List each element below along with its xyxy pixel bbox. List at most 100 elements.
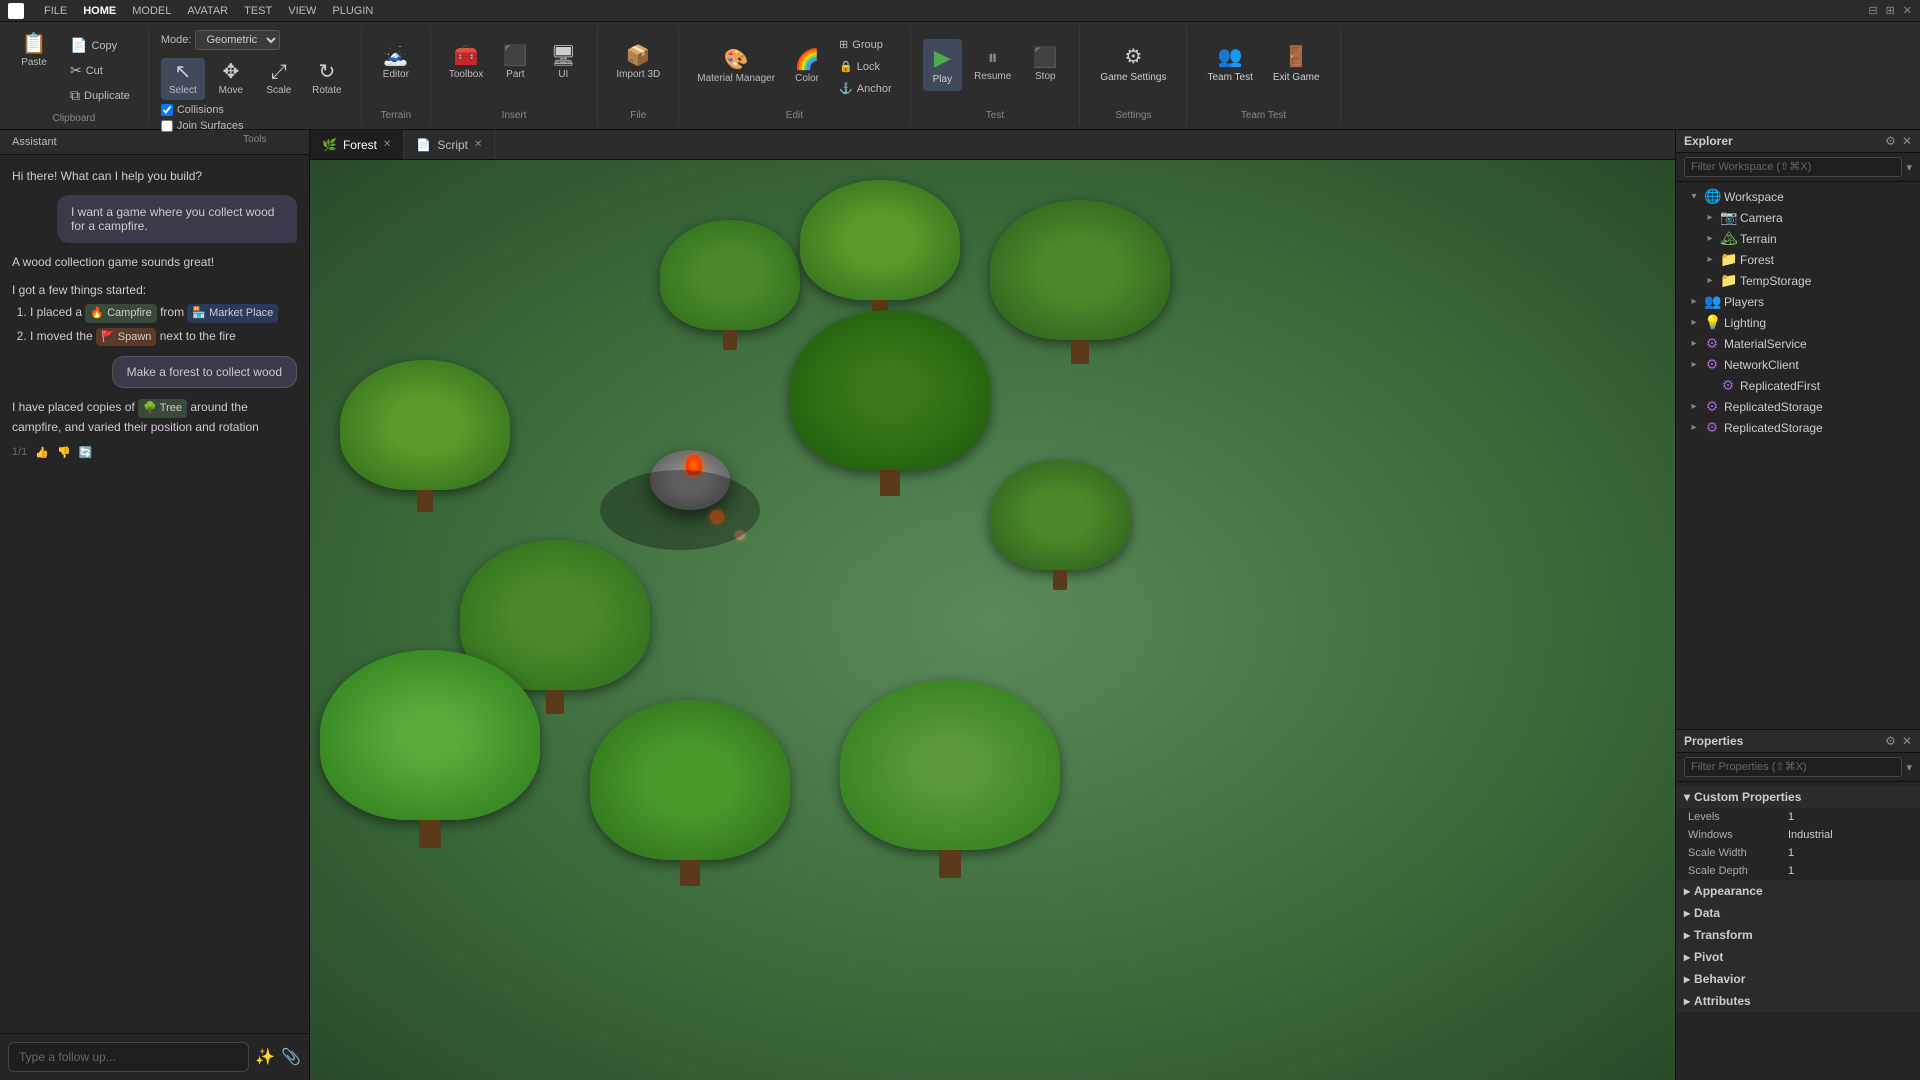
resume-button[interactable]: ⏸ Resume <box>968 44 1017 86</box>
mode-select[interactable]: Geometric Physical <box>195 30 280 50</box>
prop-windows: Windows Industrial <box>1676 826 1920 844</box>
viewport: 🌿 Forest ✕ 📄 Script ✕ <box>310 130 1675 1080</box>
properties-settings-icon[interactable]: ⚙ <box>1885 734 1896 748</box>
script-tab-close[interactable]: ✕ <box>474 139 482 150</box>
prop-levels-value[interactable]: 1 <box>1788 811 1908 823</box>
explorer-filter-input[interactable] <box>1684 157 1902 177</box>
transform-label: Transform <box>1694 928 1753 942</box>
team-test-button[interactable]: 👥 Team Test <box>1199 40 1260 87</box>
scene-canvas[interactable] <box>310 160 1675 1080</box>
explorer-header: Explorer ⚙ ✕ <box>1676 130 1920 153</box>
menu-view[interactable]: VIEW <box>288 5 316 17</box>
cut-button[interactable]: ✂ Cut <box>64 59 136 82</box>
explorer-item-forest[interactable]: ▸ 📁 Forest <box>1676 249 1920 270</box>
material-manager-button[interactable]: 🎨 Material Manager <box>691 35 781 98</box>
toolbox-button[interactable]: 🧰 Toolbox <box>443 42 489 84</box>
prop-windows-value[interactable]: Industrial <box>1788 829 1908 841</box>
explorer-item-tempstorage[interactable]: ▸ 📁 TempStorage <box>1676 270 1920 291</box>
behavior-header[interactable]: ▸ Behavior <box>1676 968 1920 990</box>
properties-filter-chevron[interactable]: ▾ <box>1906 761 1912 774</box>
terrain-editor-label: Editor <box>383 69 409 80</box>
menu-home[interactable]: HOME <box>83 5 116 17</box>
exit-game-button[interactable]: 🚪 Exit Game <box>1265 40 1328 87</box>
window-minimize[interactable]: ⊟ <box>1868 4 1877 17</box>
refresh-button[interactable]: 🔄 <box>79 446 93 459</box>
tree-3-top <box>990 200 1170 340</box>
move-button[interactable]: ✥ Move <box>209 58 253 100</box>
play-button[interactable]: ▶ Play <box>923 39 962 91</box>
game-settings-button[interactable]: ⚙ Game Settings <box>1092 40 1174 87</box>
explorer-item-networkclient[interactable]: ▸ ⚙ NetworkClient <box>1676 354 1920 375</box>
properties-title: Properties <box>1684 734 1743 748</box>
forest-tab-close[interactable]: ✕ <box>383 139 391 150</box>
explorer-item-replicatedstorage2[interactable]: ▸ ⚙ ReplicatedStorage <box>1676 417 1920 438</box>
menu-model[interactable]: MODEL <box>132 5 171 17</box>
menu-plugin[interactable]: PLUGIN <box>332 5 373 17</box>
data-chevron: ▸ <box>1684 906 1690 920</box>
tree-1 <box>660 220 800 350</box>
scale-button[interactable]: ⤢ Scale <box>257 58 301 100</box>
ui-button[interactable]: 🖥 UI <box>541 42 585 84</box>
window-maximize[interactable]: ⊞ <box>1886 4 1895 17</box>
part-button[interactable]: ⬛ Part <box>493 42 537 84</box>
explorer-item-workspace[interactable]: ▾ 🌐 Workspace <box>1676 186 1920 207</box>
explorer-item-players[interactable]: ▸ 👥 Players <box>1676 291 1920 312</box>
thumbs-up-button[interactable]: 👍 <box>35 446 49 459</box>
assistant-input-row: ✨ 📎 <box>0 1033 309 1080</box>
collisions-checkbox[interactable] <box>161 104 173 116</box>
tree-9 <box>840 680 1060 878</box>
custom-properties-header[interactable]: ▾ Custom Properties <box>1676 786 1920 808</box>
stop-button[interactable]: ⬛ Stop <box>1023 44 1067 86</box>
properties-panel: Properties ⚙ ✕ ▾ ▾ Custom Properties <box>1676 730 1920 1080</box>
tab-script[interactable]: 📄 Script ✕ <box>404 130 495 159</box>
import3d-button[interactable]: 📦 Import 3D <box>610 42 666 84</box>
assistant-input[interactable] <box>8 1042 249 1072</box>
toolbar-test-group: ▶ Play ⏸ Resume ⬛ Stop Test <box>911 26 1081 125</box>
data-header[interactable]: ▸ Data <box>1676 902 1920 924</box>
script-tab-icon: 📄 <box>416 138 431 152</box>
pivot-header[interactable]: ▸ Pivot <box>1676 946 1920 968</box>
explorer-filter-chevron[interactable]: ▾ <box>1906 161 1912 174</box>
explorer-settings-icon[interactable]: ⚙ <box>1885 134 1896 148</box>
explorer-close-icon[interactable]: ✕ <box>1902 134 1912 148</box>
explorer-item-camera[interactable]: ▸ 📷 Camera <box>1676 207 1920 228</box>
attributes-header[interactable]: ▸ Attributes <box>1676 990 1920 1012</box>
menu-test[interactable]: TEST <box>244 5 272 17</box>
thumbs-down-button[interactable]: 👎 <box>57 446 71 459</box>
select-button[interactable]: ↖ Select <box>161 58 205 100</box>
edit-group-label: Edit <box>786 108 803 121</box>
assistant-panel: Assistant Hi there! What can I help you … <box>0 130 310 1080</box>
transform-header[interactable]: ▸ Transform <box>1676 924 1920 946</box>
color-button[interactable]: 🌈 Color <box>785 35 829 98</box>
assistant-mode-icon[interactable]: ✨ <box>255 1047 275 1067</box>
copy-button[interactable]: 📄 Copy <box>64 34 136 57</box>
suggestion-button[interactable]: Make a forest to collect wood <box>112 356 297 388</box>
terrain-editor-button[interactable]: 🗻 Editor <box>374 42 418 84</box>
camera-expand-icon: ▸ <box>1704 212 1716 223</box>
anchor-button[interactable]: ⚓ Anchor <box>833 79 898 98</box>
explorer-item-replicatedstorage1[interactable]: ▸ ⚙ ReplicatedStorage <box>1676 396 1920 417</box>
rotate-button[interactable]: ↻ Rotate <box>305 58 349 100</box>
tree-5-top <box>340 360 510 490</box>
menu-file[interactable]: FILE <box>44 5 67 17</box>
menu-avatar[interactable]: AVATAR <box>187 5 228 17</box>
prop-scale-depth-value[interactable]: 1 <box>1788 865 1908 877</box>
appearance-header[interactable]: ▸ Appearance <box>1676 880 1920 902</box>
properties-filter-input[interactable] <box>1684 757 1902 777</box>
window-close[interactable]: ✕ <box>1903 4 1912 17</box>
duplicate-button[interactable]: ⧉ Duplicate <box>64 84 136 107</box>
explorer-item-materialservice[interactable]: ▸ ⚙ MaterialService <box>1676 333 1920 354</box>
group-button[interactable]: ⊞ Group <box>833 35 898 54</box>
join-surfaces-checkbox[interactable] <box>161 120 173 132</box>
assistant-attach-icon[interactable]: 📎 <box>281 1047 301 1067</box>
tab-forest[interactable]: 🌿 Forest ✕ <box>310 130 404 159</box>
prop-scale-width-value[interactable]: 1 <box>1788 847 1908 859</box>
paste-button[interactable]: 📋 Paste <box>12 30 56 72</box>
lock-button[interactable]: 🔒 Lock <box>833 57 898 76</box>
materialservice-icon: ⚙ <box>1704 335 1720 352</box>
properties-close-icon[interactable]: ✕ <box>1902 734 1912 748</box>
explorer-item-lighting[interactable]: ▸ 💡 Lighting <box>1676 312 1920 333</box>
explorer-item-replicatedfirst[interactable]: ⚙ ReplicatedFirst <box>1676 375 1920 396</box>
exit-game-icon: 🚪 <box>1284 44 1309 69</box>
explorer-item-terrain[interactable]: ▸ 🏔 Terrain <box>1676 228 1920 249</box>
